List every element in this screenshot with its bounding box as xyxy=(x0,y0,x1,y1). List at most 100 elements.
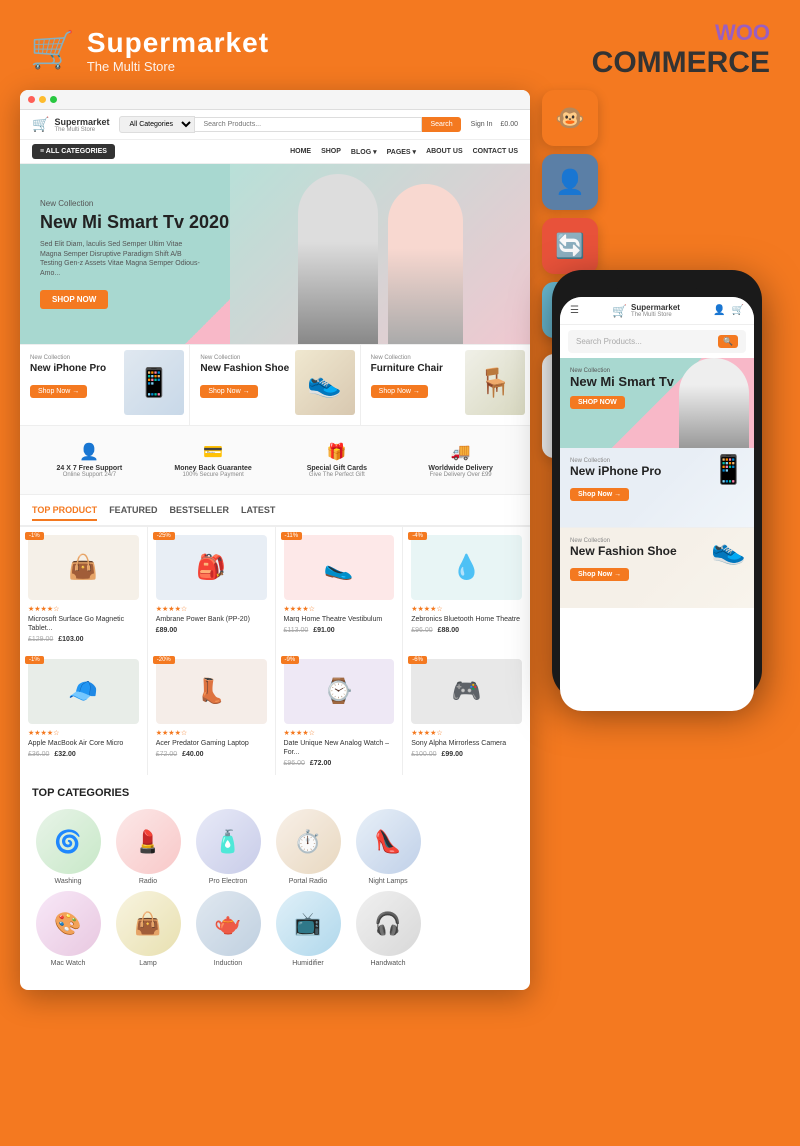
feature-card-shoe: New Collection New Fashion Shoe Shop Now… xyxy=(190,345,360,425)
mobile-shoe-btn[interactable]: Shop Now → xyxy=(570,568,629,581)
cart-total[interactable]: £0.00 xyxy=(500,121,518,128)
product-stars: ★★★★☆ xyxy=(28,605,139,613)
mobile-iphone-btn[interactable]: Shop Now → xyxy=(570,488,629,501)
product-card: -20% 👢 ★★★★☆ Acer Predator Gaming Laptop… xyxy=(148,651,275,775)
mobile-menu-icon[interactable]: ☰ xyxy=(570,305,579,316)
mobile-shoe-card: New Collection New Fashion Shoe Shop Now… xyxy=(560,528,754,608)
product-img-blender: 💧 xyxy=(411,535,522,600)
category-item[interactable]: 💄 Radio xyxy=(112,809,184,885)
search-category-select[interactable]: All Categories xyxy=(119,116,195,133)
cat-img-humidifier: 📺 xyxy=(276,891,341,956)
price-old: £100.00 xyxy=(411,751,436,758)
product-name: Date Unique New Analog Watch – For... xyxy=(284,739,395,757)
chair-shop-btn[interactable]: Shop Now → xyxy=(371,385,428,398)
product-stars: ★★★★☆ xyxy=(28,729,139,737)
category-item[interactable]: 🎧 Handwatch xyxy=(352,891,424,967)
product-card: -1% 👜 ★★★★☆ Microsoft Surface Go Magneti… xyxy=(20,527,147,651)
cat-name-lamp: Lamp xyxy=(112,960,184,967)
mobile-user-icon[interactable]: 👤 xyxy=(713,305,725,316)
cat-name-induction: Induction xyxy=(192,960,264,967)
category-item[interactable]: 📺 Humidifier xyxy=(272,891,344,967)
nav-home[interactable]: HOME xyxy=(290,148,311,156)
trust-delivery: 🚚 Worldwide Delivery Free Delivery Over … xyxy=(401,436,520,484)
cat-img-portal: ⏱️ xyxy=(276,809,341,874)
mobile-tagline: The Multi Store xyxy=(631,312,680,318)
search-button[interactable]: Search xyxy=(422,117,460,132)
category-grid-2: 🎨 Mac Watch 👜 Lamp 🫖 Induction 📺 Humidif… xyxy=(32,891,518,967)
tab-bestseller[interactable]: BESTSELLER xyxy=(170,505,230,521)
product-prices: £100.00 £99.00 xyxy=(411,751,522,758)
nav-pages[interactable]: PAGES ▾ xyxy=(387,148,416,156)
hero-people-illustration xyxy=(230,164,530,344)
all-categories-button[interactable]: ≡ ALL CATEGORIES xyxy=(32,144,115,159)
mobile-search-placeholder[interactable]: Search Products... xyxy=(576,337,718,346)
product-prices: £129.00 £103.00 xyxy=(28,636,139,643)
nav-blog[interactable]: BLOG ▾ xyxy=(351,148,377,156)
mailchimp-icon-btn[interactable]: 🐵 xyxy=(542,90,598,146)
desktop-mockup: 🛒 Supermarket The Multi Store All Catego… xyxy=(20,90,530,990)
person-2 xyxy=(388,184,463,344)
iphone-image: 📱 xyxy=(124,350,184,415)
nav-contact[interactable]: CONTACT US xyxy=(473,148,518,156)
price-old: £36.00 xyxy=(28,751,49,758)
category-item[interactable]: 🎨 Mac Watch xyxy=(32,891,104,967)
nav-shop[interactable]: SHOP xyxy=(321,148,341,156)
category-item[interactable]: ⏱️ Portal Radio xyxy=(272,809,344,885)
product-badge: -9% xyxy=(281,656,300,664)
shoe-shop-btn[interactable]: Shop Now → xyxy=(200,385,257,398)
shoe-image: 👟 xyxy=(295,350,355,415)
product-card: -1% 🧢 ★★★★☆ Apple MacBook Air Core Micro… xyxy=(20,651,147,775)
mobile-hero-btn[interactable]: SHOP NOW xyxy=(570,396,625,409)
product-grid-row2: -1% 🧢 ★★★★☆ Apple MacBook Air Core Micro… xyxy=(20,651,530,775)
category-item[interactable]: 👠 Night Lamps xyxy=(352,809,424,885)
sign-in-link[interactable]: Sign In xyxy=(471,121,493,128)
mobile-header-icons: 👤 🛒 xyxy=(713,305,744,316)
iphone-shop-btn[interactable]: Shop Now → xyxy=(30,385,87,398)
product-stars: ★★★★☆ xyxy=(156,729,267,737)
price-new: £91.00 xyxy=(313,627,334,634)
store-tagline: The Multi Store xyxy=(54,127,109,133)
category-item[interactable]: 🌀 Washing xyxy=(32,809,104,885)
category-item[interactable]: 🧴 Pro Electron xyxy=(192,809,264,885)
product-prices: £72.00 £40.00 xyxy=(156,751,267,758)
money-icon: 💳 xyxy=(160,442,267,462)
product-img-gamepad: 🎮 xyxy=(411,659,522,724)
cat-img-electron: 🧴 xyxy=(196,809,261,874)
feature-card-iphone: New Collection New iPhone Pro Shop Now →… xyxy=(20,345,190,425)
user-icon-btn[interactable]: 👤 xyxy=(542,154,598,210)
gift-sub: Give The Perfect Gift xyxy=(284,472,391,478)
mobile-search-button[interactable]: 🔍 xyxy=(718,335,738,348)
gift-icon: 🎁 xyxy=(284,442,391,462)
browser-dot-yellow xyxy=(39,96,46,103)
product-name: Sony Alpha Mirrorless Camera xyxy=(411,739,522,748)
trust-gift: 🎁 Special Gift Cards Give The Perfect Gi… xyxy=(278,436,397,484)
cat-name-humidifier: Humidifier xyxy=(272,960,344,967)
cat-name-portal: Portal Radio xyxy=(272,878,344,885)
nav-about[interactable]: ABOUT US xyxy=(426,148,463,156)
nav-links: HOME SHOP BLOG ▾ PAGES ▾ ABOUT US CONTAC… xyxy=(290,148,518,156)
mobile-logo: 🛒 Supermarket The Multi Store xyxy=(612,303,680,318)
store-header: 🛒 Supermarket The Multi Store All Catego… xyxy=(20,110,530,140)
mobile-iphone-image: 📱 xyxy=(711,453,746,486)
support-title: 24 X 7 Free Support xyxy=(36,465,143,472)
delivery-icon: 🚚 xyxy=(407,442,514,462)
hero-title: New Mi Smart Tv 2020 xyxy=(40,212,229,234)
tab-latest[interactable]: LATEST xyxy=(241,505,275,521)
mobile-cart-icon: 🛒 xyxy=(612,304,627,318)
delivery-title: Worldwide Delivery xyxy=(407,465,514,472)
category-item[interactable]: 👜 Lamp xyxy=(112,891,184,967)
hero-shop-now-button[interactable]: SHOP NOW xyxy=(40,290,108,309)
cat-img-radio: 💄 xyxy=(116,809,181,874)
category-item[interactable]: 🫖 Induction xyxy=(192,891,264,967)
store-cart-icon: 🛒 xyxy=(32,116,49,133)
tab-top-product[interactable]: TOP PRODUCT xyxy=(32,505,97,521)
tab-featured[interactable]: FEATURED xyxy=(109,505,157,521)
mobile-bag-icon[interactable]: 🛒 xyxy=(732,305,744,316)
hero-banner: New Collection New Mi Smart Tv 2020 Sed … xyxy=(20,164,530,344)
product-card: -11% 🥿 ★★★★☆ Marq Home Theatre Vestibulu… xyxy=(276,527,403,651)
price-new: £103.00 xyxy=(58,636,83,643)
search-input[interactable] xyxy=(195,117,422,132)
refresh-icon-btn[interactable]: 🔄 xyxy=(542,218,598,274)
support-sub: Online Support 24/7 xyxy=(36,472,143,478)
hero-tag: New Collection xyxy=(40,199,229,208)
